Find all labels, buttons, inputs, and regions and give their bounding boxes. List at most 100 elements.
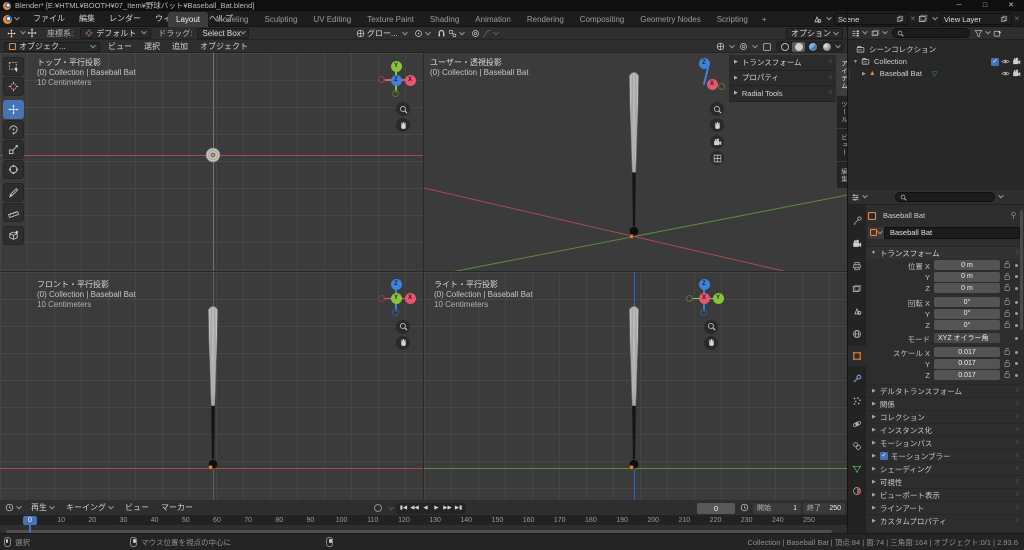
gizmo-axis-y-neg[interactable] — [392, 90, 399, 97]
current-frame-indicator[interactable]: 0 — [23, 515, 37, 525]
active-tool-button[interactable] — [4, 28, 18, 39]
baseball-bat-top-view[interactable] — [205, 147, 221, 165]
object-type-icon[interactable] — [868, 226, 884, 239]
eye-icon[interactable] — [1001, 57, 1010, 66]
workspace-tab-layout[interactable]: Layout — [168, 12, 209, 27]
outliner-row-scene-collection[interactable]: シーンコレクション — [848, 44, 1024, 55]
animate-dot-icon[interactable] — [1015, 336, 1018, 340]
zoom-button[interactable] — [396, 102, 410, 116]
collapsed-panel-6[interactable]: ▶ シェーディング ≡ — [866, 462, 1024, 475]
timeline-menu-3[interactable]: マーカー — [155, 500, 199, 516]
pin-icon[interactable] — [1009, 211, 1018, 220]
workspace-tab-shading[interactable]: Shading — [422, 12, 467, 27]
timeline-menu-1[interactable]: キーイング — [60, 500, 119, 516]
lock-icon[interactable] — [1003, 359, 1012, 369]
tool-tab[interactable] — [848, 211, 866, 231]
gizmo-axis-z-neg[interactable] — [700, 308, 707, 316]
gizmo-axis-y[interactable]: Y — [712, 293, 724, 304]
value-field[interactable]: 0° — [934, 297, 1000, 307]
collapsed-panel-5[interactable]: ▶ ✓ モーションブラー ≡ — [866, 449, 1024, 462]
orientation-dropdown[interactable]: グロー... — [367, 28, 398, 39]
camera-visibility-icon[interactable] — [1012, 69, 1021, 78]
scene-tab[interactable] — [848, 301, 866, 321]
workspace-tab-scripting[interactable]: Scripting — [709, 12, 756, 27]
viewport-menu-2[interactable]: 追加 — [166, 40, 194, 53]
jump-end-button[interactable]: ▶▮ — [453, 503, 464, 514]
pan-button[interactable] — [704, 335, 718, 350]
select-box-tool-button[interactable] — [3, 57, 24, 76]
next-keyframe-button[interactable]: ▶▶ — [442, 503, 453, 514]
sidebar-panel-1[interactable]: ▶ プロパティ ≡ — [729, 70, 836, 86]
timeline-editor-icon[interactable] — [5, 503, 14, 512]
render-tab[interactable] — [848, 234, 866, 254]
timeline-menu-2[interactable]: ビュー — [119, 500, 155, 516]
viewport-menu-1[interactable]: 選択 — [138, 40, 166, 53]
collapsed-panel-1[interactable]: ▶ 関係 ≡ — [866, 397, 1024, 410]
zoom-button[interactable] — [396, 319, 410, 334]
xray-toggle-icon[interactable] — [763, 42, 771, 51]
scale-tool-button[interactable] — [3, 140, 24, 159]
material-tab[interactable] — [848, 481, 866, 501]
value-field[interactable]: 0 m — [934, 283, 1000, 293]
gizmo-axis-y-neg[interactable] — [686, 294, 693, 302]
options-dropdown[interactable]: オプション — [786, 28, 843, 39]
view-layer-tab[interactable] — [848, 279, 866, 299]
camera-view-button[interactable] — [710, 135, 724, 149]
shading-rendered-button[interactable] — [820, 42, 833, 52]
maximize-button[interactable]: □ — [972, 0, 998, 11]
gizmo-axis-x[interactable]: X — [706, 78, 718, 90]
outliner-display-mode-icon[interactable] — [851, 29, 860, 38]
outliner-restriction-icon[interactable] — [871, 29, 880, 38]
shading-material-button[interactable] — [806, 42, 819, 52]
move-tool-button[interactable] — [3, 100, 24, 119]
lock-icon[interactable] — [1003, 320, 1012, 330]
gizmo-axis-y[interactable]: Y — [390, 60, 402, 72]
scene-name-field[interactable]: Scene — [834, 13, 908, 25]
outliner-search-input[interactable] — [892, 28, 970, 38]
value-field[interactable]: 0 m — [934, 260, 1000, 270]
value-field[interactable]: 0° — [934, 320, 1000, 330]
baseball-bat-front-view[interactable] — [203, 302, 223, 471]
lock-icon[interactable] — [1003, 283, 1012, 293]
collapsed-panel-10[interactable]: ▶ カスタムプロパティ ≡ — [866, 514, 1024, 527]
pivot-point-icon[interactable] — [414, 29, 423, 38]
modifiers-tab[interactable] — [848, 369, 866, 389]
measure-tool-button[interactable] — [3, 203, 24, 222]
viewport-quad-user[interactable]: ユーザー・透視投影 (0) Collection | Baseball Bat Z X… — [424, 53, 848, 271]
camera-visibility-icon[interactable] — [1012, 57, 1021, 66]
transform-panel-header[interactable]: ▼ トランスフォーム ≡ — [866, 246, 1024, 259]
lock-icon[interactable] — [1003, 347, 1012, 357]
perspective-toggle-button[interactable] — [710, 151, 724, 165]
jump-start-button[interactable]: ▮◀ — [398, 503, 409, 514]
viewport-quad-top[interactable]: トップ・平行投影 (0) Collection | Baseball Bat 10 … — [0, 53, 423, 271]
gizmo-axis-z[interactable]: Z — [390, 279, 402, 290]
remove-view-layer-icon[interactable]: ✕ — [1014, 15, 1020, 23]
annotate-tool-button[interactable] — [3, 183, 24, 202]
timeline-track[interactable] — [0, 525, 848, 533]
rotate-tool-button[interactable] — [3, 120, 24, 139]
workspace-tab-animation[interactable]: Animation — [467, 12, 519, 27]
outliner-row-collection[interactable]: ▼ Collection ✓ — [848, 56, 1024, 67]
collapsed-panel-3[interactable]: ▶ インスタンス化 ≡ — [866, 423, 1024, 436]
add-workspace-button[interactable]: + — [756, 12, 773, 27]
view-layer-icon[interactable] — [918, 14, 928, 24]
play-button[interactable]: ▶ — [431, 503, 442, 514]
shading-solid-button[interactable] — [792, 41, 805, 52]
object-name-input[interactable]: Baseball Bat — [884, 226, 1020, 239]
rotation-mode-dropdown[interactable]: XYZ オイラー角 — [934, 333, 1000, 343]
auto-keying-icon[interactable] — [374, 504, 382, 512]
scene-icon[interactable] — [812, 14, 822, 24]
topbar-menu-0[interactable]: ファイル — [26, 11, 72, 27]
zoom-button[interactable] — [704, 319, 718, 334]
object-data-tab[interactable] — [848, 459, 866, 479]
drag-mode-dropdown[interactable]: Select Box — [197, 27, 250, 39]
filter-icon[interactable] — [974, 29, 983, 38]
view-layer-name-field[interactable]: View Layer — [940, 13, 1012, 25]
proportional-falloff-icon[interactable] — [482, 29, 491, 38]
expand-arrow-icon[interactable]: ▶ — [862, 71, 866, 77]
frame-end-field[interactable]: 終了 250 — [803, 502, 845, 514]
workspace-tab-uv-editing[interactable]: UV Editing — [305, 12, 359, 27]
blender-menu-button[interactable] — [3, 13, 23, 25]
gizmo-axis-x[interactable]: X — [698, 293, 710, 304]
new-collection-icon[interactable] — [993, 29, 1002, 38]
